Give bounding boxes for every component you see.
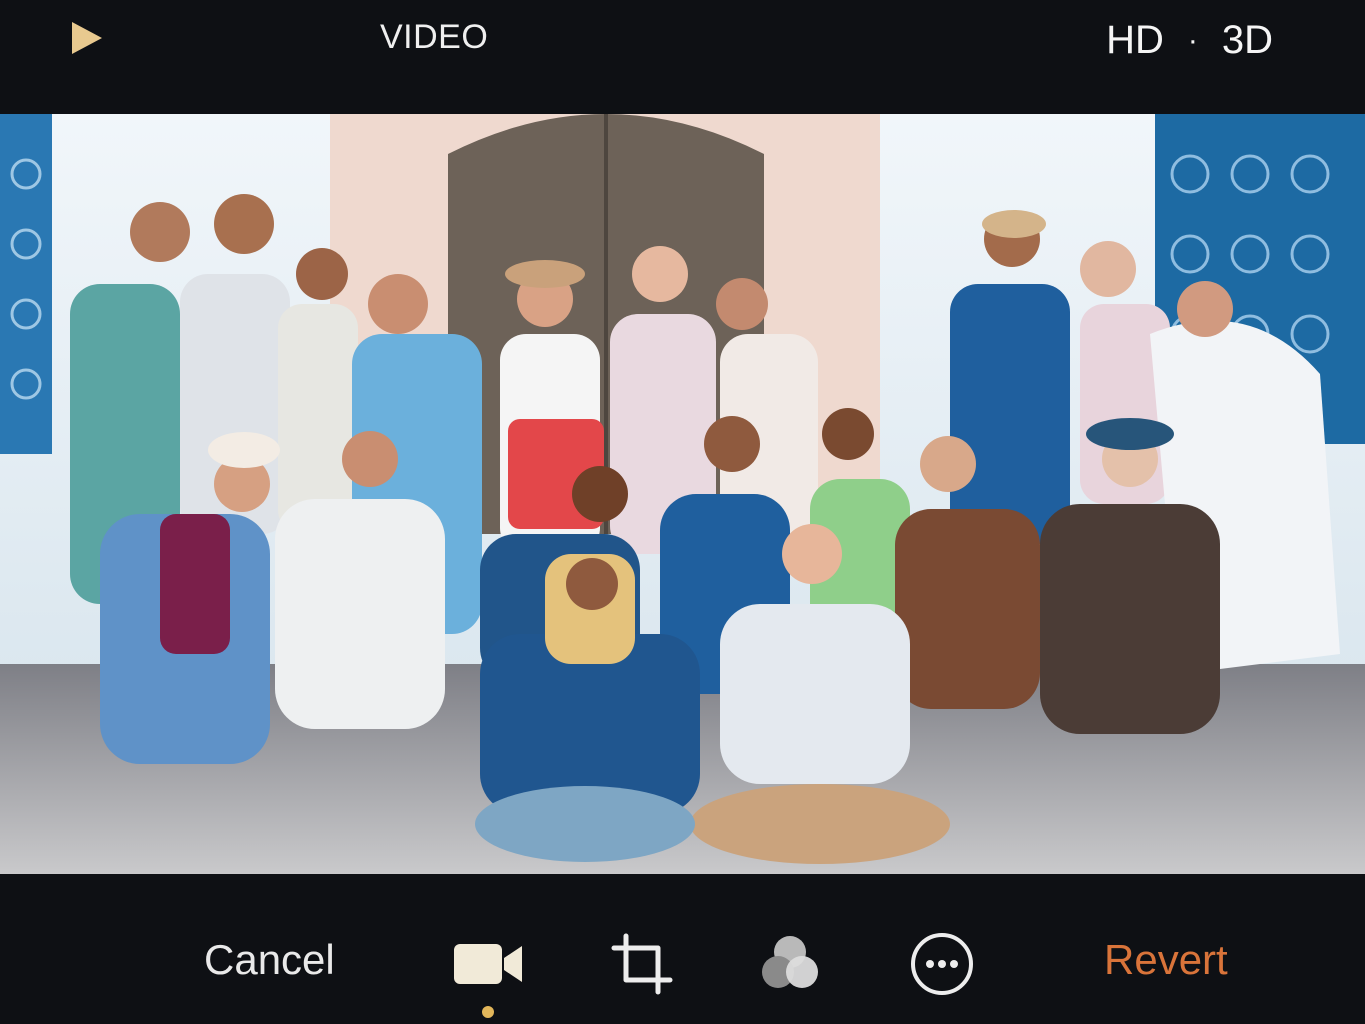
filters-icon <box>762 936 818 988</box>
crop-tool-button[interactable] <box>606 930 678 998</box>
video-tool-button[interactable] <box>452 930 524 998</box>
filters-tool-button[interactable] <box>754 930 826 998</box>
bottom-toolbar: Cancel Revert <box>0 874 1365 1024</box>
active-tool-indicator <box>482 1006 494 1018</box>
group-photo-image <box>0 114 1365 874</box>
separator: · <box>1187 23 1198 57</box>
3d-toggle[interactable]: 3D <box>1222 18 1273 63</box>
more-options-button[interactable] <box>906 930 978 998</box>
top-bar: VIDEO HD · 3D <box>0 0 1365 112</box>
play-button[interactable] <box>64 16 108 60</box>
cancel-button[interactable]: Cancel <box>204 936 335 984</box>
quality-toggles: HD · 3D <box>1106 18 1273 63</box>
video-preview[interactable] <box>0 114 1365 874</box>
hd-toggle[interactable]: HD <box>1106 18 1164 63</box>
mode-label: VIDEO <box>380 18 489 56</box>
crop-icon <box>611 933 673 995</box>
video-camera-icon <box>454 944 522 984</box>
more-options-icon <box>911 933 973 995</box>
play-icon <box>72 22 102 54</box>
revert-button[interactable]: Revert <box>1104 936 1228 984</box>
